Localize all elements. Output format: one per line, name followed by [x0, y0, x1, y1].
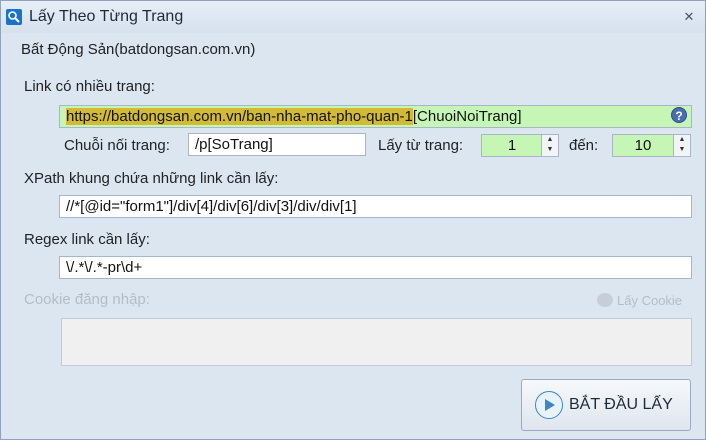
help-icon[interactable]: ?: [671, 107, 687, 123]
join-label: Chuỗi nối trang:: [64, 137, 170, 154]
xpath-input[interactable]: //*[@id="form1"]/div[4]/div[6]/div[3]/di…: [59, 195, 692, 218]
start-button-label: BẮT ĐẦU LẤY: [569, 396, 673, 413]
get-cookie-button[interactable]: Lấy Cookie: [597, 291, 689, 311]
from-down-arrow-icon[interactable]: ▼: [542, 145, 558, 155]
to-down-arrow-icon[interactable]: ▼: [674, 145, 690, 155]
to-page-stepper[interactable]: 10 ▲ ▼: [612, 134, 691, 157]
to-page-value: 10: [634, 137, 652, 154]
join-input[interactable]: /p[SoTrang]: [188, 133, 366, 156]
from-page-stepper[interactable]: 1 ▲ ▼: [481, 134, 559, 157]
cookie-textarea[interactable]: [61, 318, 692, 366]
regex-label: Regex link cần lấy:: [24, 231, 150, 248]
to-up-arrow-icon[interactable]: ▲: [674, 135, 690, 145]
cookie-label: Cookie đăng nhập:: [24, 291, 150, 308]
to-label: đến:: [569, 137, 599, 154]
window-title: Lấy Theo Từng Trang: [29, 8, 184, 25]
play-icon: [535, 391, 563, 419]
close-icon[interactable]: ✕: [681, 9, 697, 25]
from-page-value: 1: [507, 137, 517, 154]
link-input[interactable]: https://batdongsan.com.vn/ban-nha-mat-ph…: [59, 105, 692, 128]
link-token: [ChuoiNoiTrang]: [412, 108, 522, 125]
site-name: Bất Động Sản(batdongsan.com.vn): [21, 41, 256, 58]
get-cookie-label: Lấy Cookie: [617, 293, 683, 308]
app-search-icon: [6, 9, 22, 25]
from-page-arrows[interactable]: ▲ ▼: [541, 135, 558, 156]
form-content: Bất Động Sản(batdongsan.com.vn) Link có …: [2, 33, 705, 439]
regex-input[interactable]: \/.*\/.*-pr\d+: [59, 256, 692, 279]
cookie-icon: [597, 293, 613, 307]
title-bar: Lấy Theo Từng Trang ✕: [1, 1, 705, 33]
from-label: Lấy từ trang:: [378, 137, 464, 154]
link-label: Link có nhiều trang:: [24, 78, 155, 95]
link-url-highlight: https://batdongsan.com.vn/ban-nha-mat-ph…: [66, 108, 413, 125]
from-up-arrow-icon[interactable]: ▲: [542, 135, 558, 145]
main-window: Lấy Theo Từng Trang ✕ Bất Động Sản(batdo…: [0, 0, 706, 440]
to-page-arrows[interactable]: ▲ ▼: [673, 135, 690, 156]
start-button[interactable]: BẮT ĐẦU LẤY: [521, 379, 691, 431]
xpath-label: XPath khung chứa những link cần lấy:: [24, 170, 279, 187]
